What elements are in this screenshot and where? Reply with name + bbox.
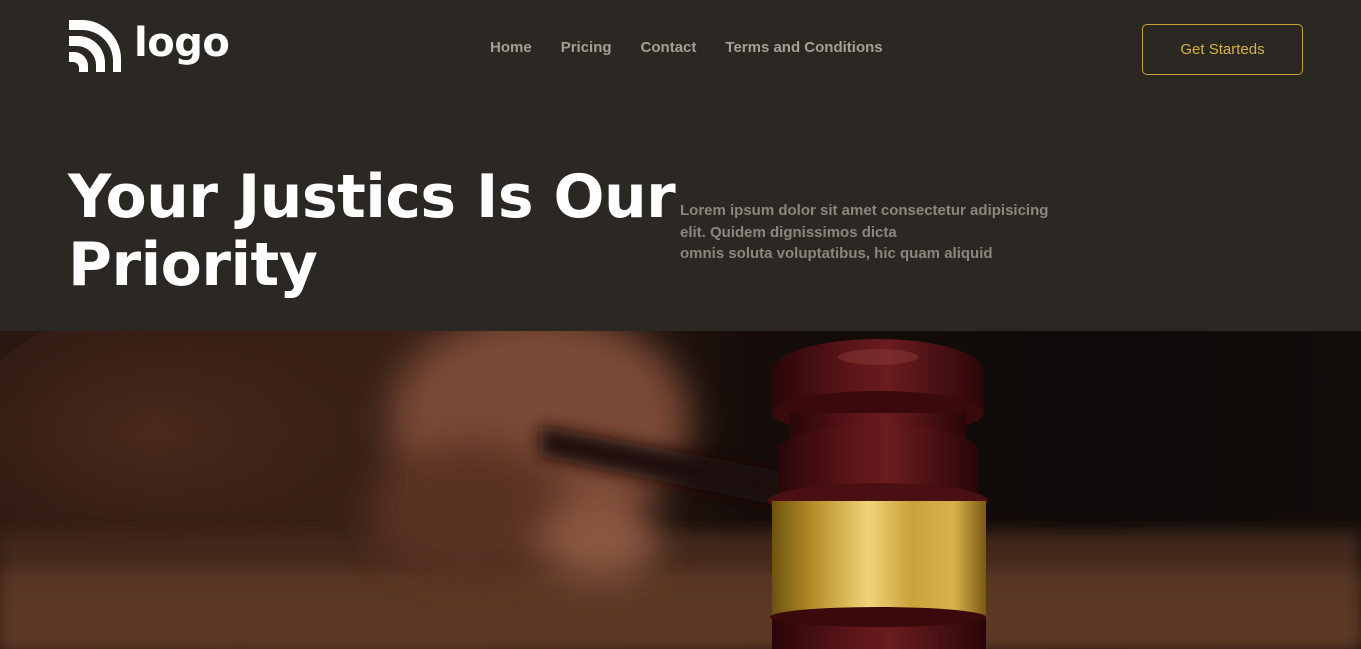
hero-description-line-1: Lorem ipsum dolor sit amet consectetur a… [680,202,1049,219]
site-header: logo Home Pricing Contact Terms and Cond… [0,0,1361,96]
hero-description-line-3: omnis soluta voluptatibus, hic quam aliq… [680,245,993,262]
hero-description-line-2: elit. Quidem dignissimos dicta [680,223,897,241]
judge-gavel-photo [0,331,1361,649]
main-nav: Home Pricing Contact Terms and Condition… [490,38,912,58]
logo-text: logo [134,20,230,66]
nav-link-pricing[interactable]: Pricing [561,38,612,58]
hero-description: Lorem ipsum dolor sit amet consectetur a… [680,200,1100,265]
nav-link-terms[interactable]: Terms and Conditions [725,38,882,58]
gavel-head [768,339,988,649]
hero-title-line-2: Priority [68,230,318,300]
logo-link[interactable]: logo [68,20,230,72]
logo-mark-icon [69,20,121,72]
gavel-illustration [0,331,1361,649]
hero-title-line-1: Your Justics Is Our [68,162,676,232]
landing-page: logo Home Pricing Contact Terms and Cond… [0,0,1361,649]
nav-link-home[interactable]: Home [490,38,532,58]
get-started-button[interactable]: Get Starteds [1142,24,1303,75]
hero-title: Your Justics Is Our Priority [68,162,676,300]
nav-link-contact[interactable]: Contact [641,38,697,58]
